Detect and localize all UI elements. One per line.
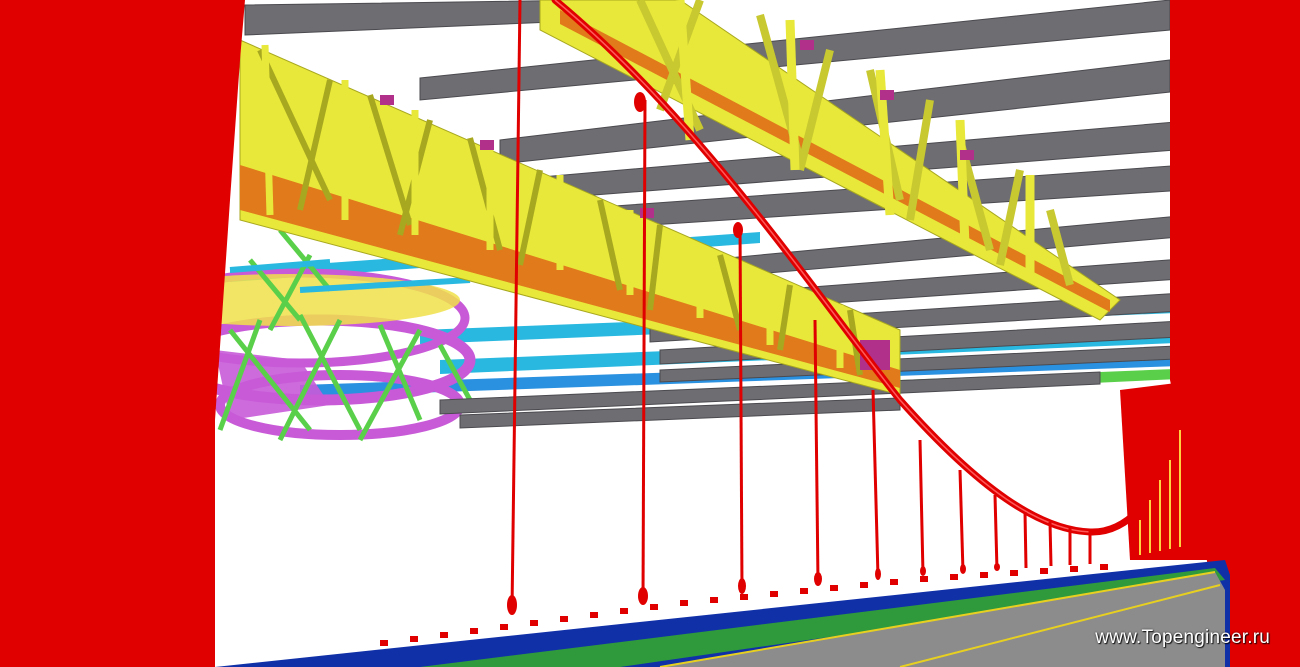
watermark-text: www.Topengineer.ru: [1095, 627, 1270, 648]
bridge-3d-model: [0, 0, 1300, 667]
model-viewport[interactable]: www.Topengineer.ru: [0, 0, 1300, 667]
left-pylon: [0, 0, 245, 667]
